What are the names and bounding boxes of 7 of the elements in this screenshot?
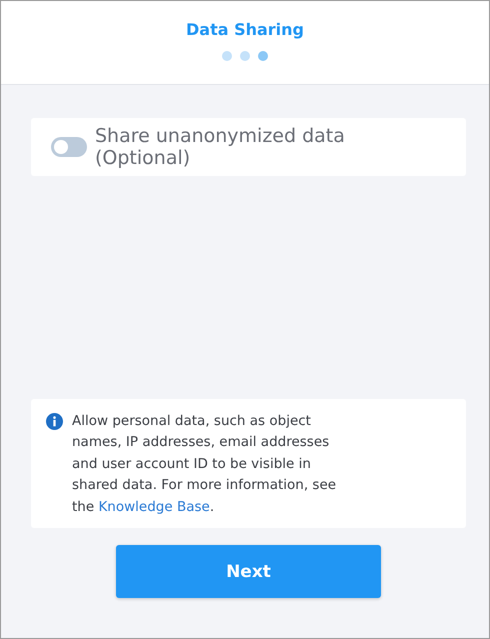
knowledge-base-link[interactable]: Knowledge Base: [98, 498, 210, 514]
toggle-label: Share unanonymized data (Optional): [95, 125, 346, 169]
info-icon: [46, 412, 63, 430]
info-text: Allow personal data, such as object names, IP addresses, email addresses and user account ID to be visible in shared data. For more information, see the Knowledge Base.: [72, 412, 338, 516]
next-button[interactable]: Next: [116, 545, 381, 598]
toggle-switch[interactable]: [51, 137, 87, 157]
dialog-title: Data Sharing: [186, 20, 304, 39]
